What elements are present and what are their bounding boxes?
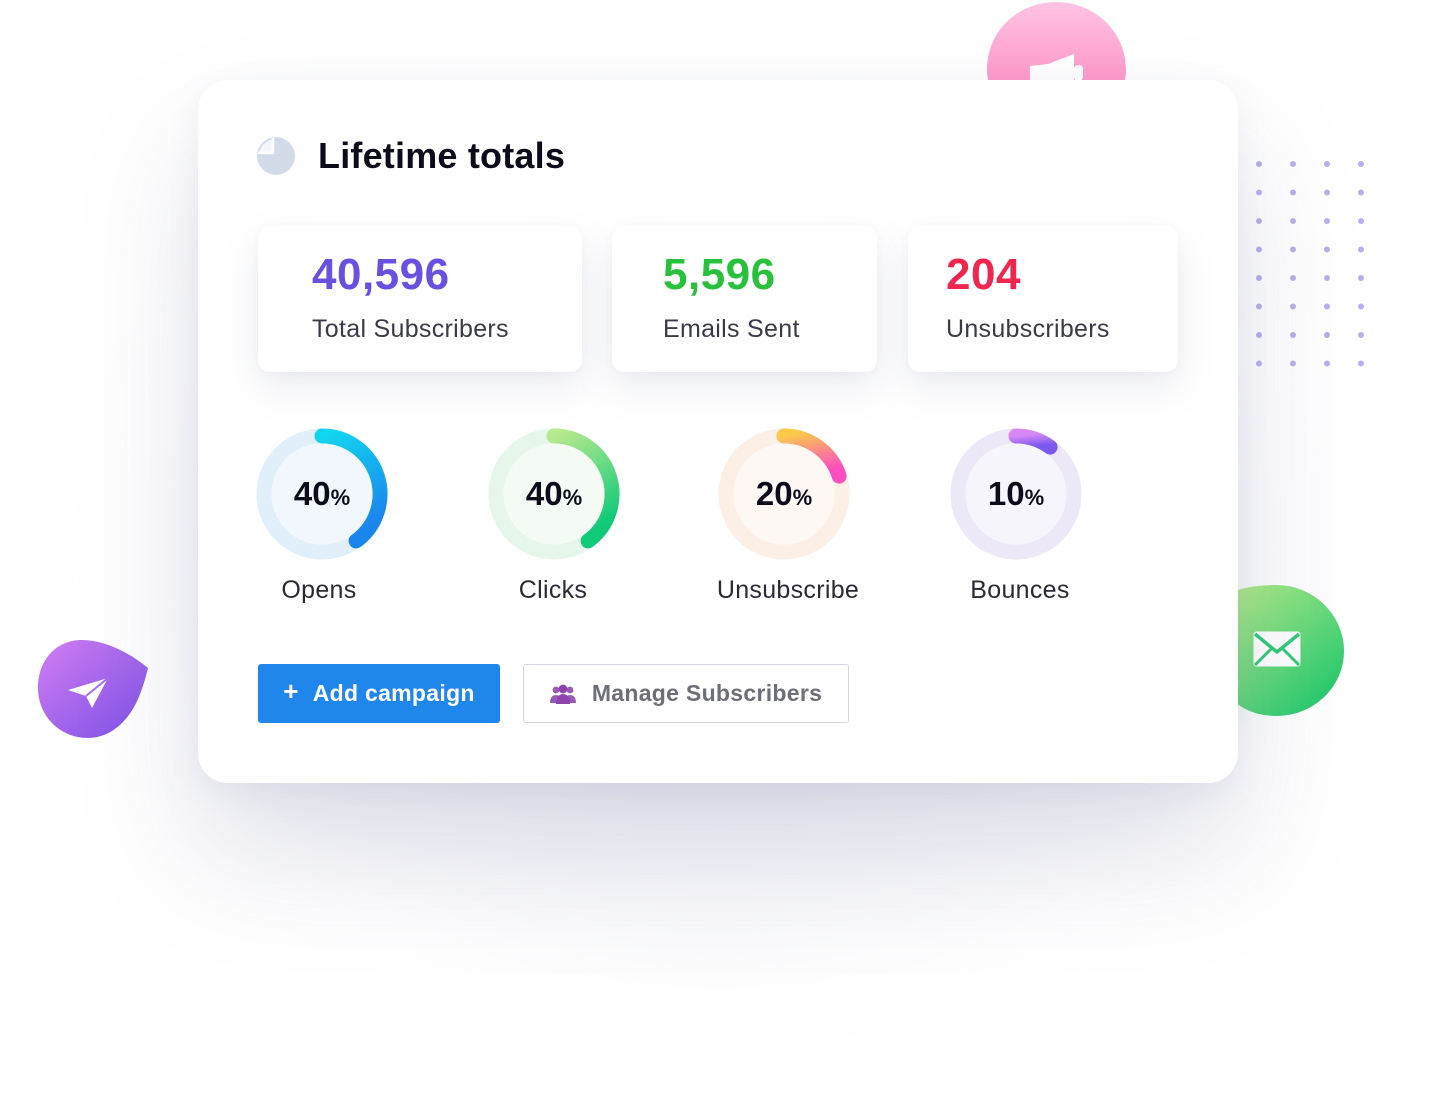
stat-label: Emails Sent bbox=[663, 315, 800, 343]
grid-dot bbox=[1256, 360, 1262, 367]
users-icon bbox=[549, 684, 576, 704]
clicks-label: Clicks bbox=[518, 576, 588, 604]
manage-subscribers-label: Manage Subscribers bbox=[591, 680, 823, 706]
grid-dot bbox=[1290, 189, 1296, 196]
dot-grid-decoration bbox=[1256, 161, 1364, 367]
donut-percent: 20% bbox=[755, 475, 813, 512]
grid-dot bbox=[1256, 218, 1262, 224]
paper-plane-icon bbox=[68, 677, 109, 708]
add-campaign-label: Add campaign bbox=[312, 680, 475, 706]
bounces-label: Bounces bbox=[970, 576, 1070, 604]
grid-dot bbox=[1290, 303, 1296, 310]
grid-dot bbox=[1324, 161, 1330, 167]
grid-dot bbox=[1324, 332, 1330, 338]
stat-value: 204 bbox=[946, 250, 1021, 299]
grid-dot bbox=[1324, 275, 1330, 281]
grid-dot bbox=[1358, 218, 1364, 224]
grid-dot bbox=[1256, 303, 1262, 310]
grid-dot bbox=[1324, 360, 1330, 367]
bounces-donut: 10% bbox=[950, 428, 1082, 560]
pie-chart-icon bbox=[257, 137, 295, 175]
donut-percent: 10% bbox=[987, 475, 1045, 512]
grid-dot bbox=[1256, 275, 1262, 281]
grid-dot bbox=[1358, 332, 1364, 338]
unsubscribe-donut: 20% bbox=[718, 428, 850, 560]
grid-dot bbox=[1358, 246, 1364, 253]
stat-value: 40,596 bbox=[312, 250, 450, 299]
grid-dot bbox=[1358, 161, 1364, 167]
stat-label: Unsubscribers bbox=[946, 315, 1110, 343]
card-header: Lifetime totals bbox=[256, 135, 565, 177]
stat-total-subscribers: 40,596 Total Subscribers bbox=[258, 226, 582, 372]
grid-dot bbox=[1324, 218, 1330, 224]
stat-value: 5,596 bbox=[663, 250, 776, 299]
opens-label: Opens bbox=[281, 576, 357, 604]
grid-dot bbox=[1358, 189, 1364, 196]
donut-percent: 40% bbox=[525, 475, 583, 512]
grid-dot bbox=[1290, 246, 1296, 253]
grid-dot bbox=[1290, 161, 1296, 167]
grid-dot bbox=[1256, 332, 1262, 338]
grid-dot bbox=[1256, 189, 1262, 196]
stat-emails-sent: 5,596 Emails Sent bbox=[612, 226, 877, 372]
grid-dot bbox=[1256, 161, 1262, 167]
add-campaign-button[interactable]: + Add campaign bbox=[258, 664, 500, 723]
grid-dot bbox=[1290, 275, 1296, 281]
mail-icon bbox=[1253, 631, 1301, 667]
send-badge bbox=[36, 638, 152, 742]
stat-unsubscribers: 204 Unsubscribers bbox=[908, 226, 1178, 372]
card-title: Lifetime totals bbox=[318, 135, 566, 176]
grid-dot bbox=[1358, 275, 1364, 281]
grid-dot bbox=[1358, 360, 1364, 367]
grid-dot bbox=[1358, 303, 1364, 310]
lifetime-totals-card: Lifetime totals 40,596 Total Subscribers… bbox=[198, 80, 1238, 783]
grid-dot bbox=[1290, 360, 1296, 367]
plus-icon: + bbox=[283, 676, 299, 706]
grid-dot bbox=[1324, 246, 1330, 253]
donut-percent: 40% bbox=[293, 475, 351, 512]
clicks-donut: 40% bbox=[488, 428, 620, 560]
manage-subscribers-button[interactable]: Manage Subscribers bbox=[523, 664, 849, 723]
grid-dot bbox=[1324, 303, 1330, 310]
stat-label: Total Subscribers bbox=[312, 315, 509, 343]
unsubscribe-label: Unsubscribe bbox=[716, 576, 860, 604]
grid-dot bbox=[1290, 332, 1296, 338]
opens-donut: 40% bbox=[256, 428, 388, 560]
grid-dot bbox=[1256, 246, 1262, 253]
grid-dot bbox=[1290, 218, 1296, 224]
grid-dot bbox=[1324, 189, 1330, 196]
